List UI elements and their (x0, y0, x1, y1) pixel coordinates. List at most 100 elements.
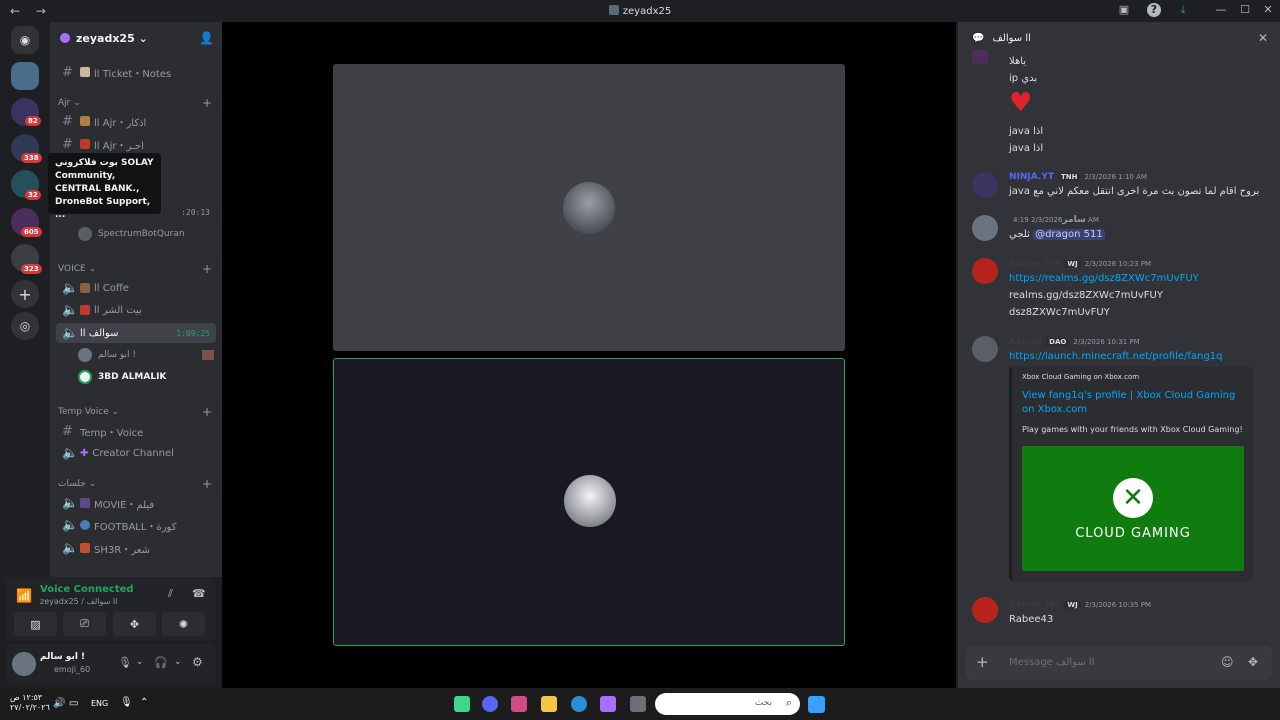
unread-badge: 338 (21, 153, 42, 163)
message-input[interactable]: Message سوالف ll (1009, 657, 1095, 668)
username: ابو سالم ! (40, 652, 86, 662)
invite-people-icon[interactable]: 👤 (199, 31, 214, 45)
message-link[interactable]: https://launch.minecraft.net/profile/fan… (1009, 351, 1222, 362)
participant-tile[interactable] (333, 64, 845, 351)
avatar[interactable] (972, 336, 998, 362)
server-header[interactable]: zeyadx25 ⌄ 👤 (50, 22, 222, 54)
voice-channel-creator[interactable]: 🔈 ✚ Creator Channel (56, 443, 216, 463)
microphone-icon[interactable]: 🎙 (120, 697, 133, 708)
voice-channel-bait[interactable]: 🔈 ll بيت الشر (56, 300, 216, 320)
voice-channel-sawalef[interactable]: 🔈 ll سوالف 1:09:25 (56, 323, 216, 343)
channel-ajr-1[interactable]: # ll Ajr・اذكار (56, 111, 216, 131)
discord-taskbar-icon[interactable] (482, 696, 498, 712)
activity-icon (202, 350, 214, 360)
bot-member[interactable]: SpectrumBotQuran (78, 225, 218, 243)
embed-description: Play games with your friends with Xbox C… (1022, 425, 1243, 434)
download-icon[interactable]: ⤓ (1176, 3, 1190, 17)
soundboard-icon: ✺ (178, 617, 189, 631)
channel-emoji-icon (80, 116, 90, 126)
link-embed: Xbox Cloud Gaming on Xbox.com View fang1… (1009, 367, 1253, 581)
copilot-icon[interactable] (600, 696, 616, 712)
participant-tile-speaking[interactable] (333, 358, 845, 646)
soundboard-button[interactable]: ✺ (162, 612, 205, 636)
disconnect-icon[interactable]: ☎ (192, 587, 206, 600)
maximize-icon[interactable]: ☐ (1238, 3, 1252, 17)
volume-icon[interactable]: 🔊 (53, 698, 65, 709)
chevron-up-icon[interactable]: ⌃ (140, 697, 148, 708)
embed-title-link[interactable]: View fang1q's profile | Xbox Cloud Gamin… (1022, 389, 1242, 417)
avatar (972, 50, 988, 64)
message-link[interactable]: https://realms.gg/dsz8ZXWc7mUvFUY (1009, 273, 1199, 284)
avatar[interactable] (972, 258, 998, 284)
app-icon[interactable] (511, 696, 527, 712)
category-sessions[interactable]: جلسات ⌄ + (58, 477, 216, 491)
voice-channel-coffe[interactable]: 🔈 ll Coffe (56, 278, 216, 298)
add-attachment-icon[interactable]: + (976, 653, 989, 671)
task-view-icon[interactable] (630, 696, 646, 712)
windows-start-icon[interactable] (808, 696, 825, 713)
unread-badge: 32 (25, 190, 41, 200)
network-icon[interactable]: ▭ (69, 698, 78, 709)
chevron-down-icon[interactable]: ⌄ (136, 657, 144, 667)
headphones-icon[interactable]: 🎧 (154, 656, 168, 669)
avatar[interactable] (972, 597, 998, 623)
channel-ajr-2[interactable]: # ll Ajr・اجـر (56, 134, 216, 154)
channel-temp-voice[interactable]: # Temp・Voice (56, 421, 216, 441)
discover-icon[interactable]: ◎ (11, 312, 39, 340)
chevron-down-icon[interactable]: ⌄ (174, 657, 182, 667)
microphone-icon[interactable]: 🎙 (118, 656, 132, 669)
settings-gear-icon[interactable]: ⚙ (192, 655, 203, 669)
voice-member[interactable]: 3BD ALMALIK (78, 368, 218, 386)
message-author[interactable]: Rabee_M4 WJ 2/3/2026 10:23 PM (1009, 259, 1151, 269)
add-channel-icon[interactable]: + (202, 477, 212, 491)
category-ajr[interactable]: Ajr ⌄ + (58, 96, 216, 110)
edge-icon[interactable] (571, 696, 587, 712)
file-explorer-icon[interactable] (541, 696, 557, 712)
activities-button[interactable]: ✥ (113, 612, 156, 636)
add-channel-icon[interactable]: + (202, 262, 212, 276)
message-author[interactable]: NINJA.YT TNH 2/3/2026 1:10 AM (1009, 172, 1147, 182)
noise-suppression-icon[interactable]: ⫽ (168, 587, 173, 601)
add-channel-icon[interactable]: + (202, 405, 212, 419)
server-avatar-icon (608, 5, 619, 15)
voice-channel-sh3r[interactable]: 🔈 SH3R・شعر (56, 538, 216, 558)
language-indicator[interactable]: ENG (91, 699, 108, 708)
screen-share-button[interactable]: ⎚ (63, 612, 106, 636)
minimize-icon[interactable]: — (1214, 3, 1228, 17)
text-channel-icon: # (62, 423, 73, 439)
message-author[interactable]: سامر2/3/2026 4:19 AM (1009, 215, 1099, 225)
clock[interactable]: ١٢:٥٣ ص ٢٧/٠٢/٢٠٢٦ (10, 693, 50, 713)
help-icon[interactable]: ? (1147, 3, 1161, 17)
search-box[interactable]: بحث ⌕ (655, 693, 800, 715)
message-author[interactable]: Rabee_M4 WJ 2/3/2026 10:35 PM (1009, 600, 1151, 610)
xbox-logo-icon: ✕ (1113, 478, 1153, 518)
emoji-icon[interactable]: ☺ (1221, 655, 1234, 669)
close-window-icon[interactable]: ✕ (1261, 3, 1275, 17)
camera-button[interactable]: ▨ (14, 612, 57, 636)
user-mention[interactable]: @dragon 511 (1033, 229, 1105, 240)
close-icon[interactable]: ✕ (1258, 31, 1268, 45)
discord-home-icon[interactable]: ◉ (11, 26, 39, 54)
voice-channel-movie[interactable]: 🔈 MOVIE・فيلم (56, 493, 216, 513)
voice-member[interactable]: ابو سالم ! (78, 346, 218, 364)
server-icon[interactable] (11, 62, 39, 90)
apps-icon[interactable]: ✥ (1248, 655, 1258, 669)
embed-image[interactable]: ✕ CLOUD GAMING (1022, 446, 1244, 571)
app-icon[interactable] (454, 696, 470, 712)
voice-channel-path[interactable]: zeyadx25 / سوالف ll (40, 597, 117, 606)
text-channel-icon: # (62, 64, 73, 80)
avatar[interactable] (972, 215, 998, 241)
add-channel-icon[interactable]: + (202, 96, 212, 110)
signal-icon[interactable]: 📶 (16, 589, 32, 604)
message-text: java بروح اقام لما تصون بث مرة اخرى انتق… (1009, 186, 1260, 197)
category-temp-voice[interactable]: Temp Voice ⌄ + (58, 405, 216, 419)
avatar[interactable] (972, 172, 998, 198)
category-voice[interactable]: VOICE ⌄ + (58, 262, 216, 276)
activities-icon: ✥ (129, 617, 140, 631)
add-server-icon[interactable]: + (11, 280, 39, 308)
voice-channel-football[interactable]: 🔈 FOOTBALL・كورة (56, 515, 216, 535)
message-author[interactable]: Ashraf DAO 2/3/2026 10:31 PM (1009, 337, 1140, 347)
avatar[interactable] (12, 652, 36, 676)
channel-ticket[interactable]: # ll Ticket・Notes (56, 62, 216, 82)
inbox-icon[interactable]: ▣ (1117, 3, 1131, 17)
